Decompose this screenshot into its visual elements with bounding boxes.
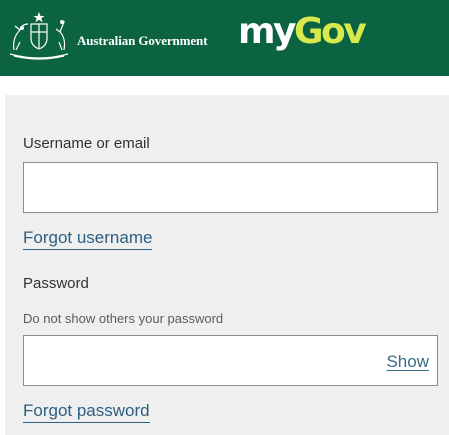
password-input[interactable]	[32, 336, 372, 385]
logo-text-gov: Gov	[293, 11, 367, 52]
show-password-button[interactable]: Show	[386, 352, 429, 372]
password-hint: Do not show others your password	[23, 311, 224, 326]
password-field: Show	[23, 335, 438, 386]
forgot-username-link[interactable]: Forgot username	[23, 228, 153, 250]
forgot-password-link[interactable]: Forgot password	[23, 401, 150, 423]
mygov-logo[interactable]: myGov	[238, 10, 367, 54]
logo-text-my: my	[238, 11, 296, 52]
username-label: Username or email	[23, 135, 150, 152]
site-header: Australian Government myGov	[0, 0, 449, 76]
government-name: Australian Government	[77, 33, 208, 48]
coat-of-arms-icon	[9, 12, 69, 60]
username-input[interactable]	[23, 162, 438, 213]
password-label: Password	[23, 275, 89, 292]
